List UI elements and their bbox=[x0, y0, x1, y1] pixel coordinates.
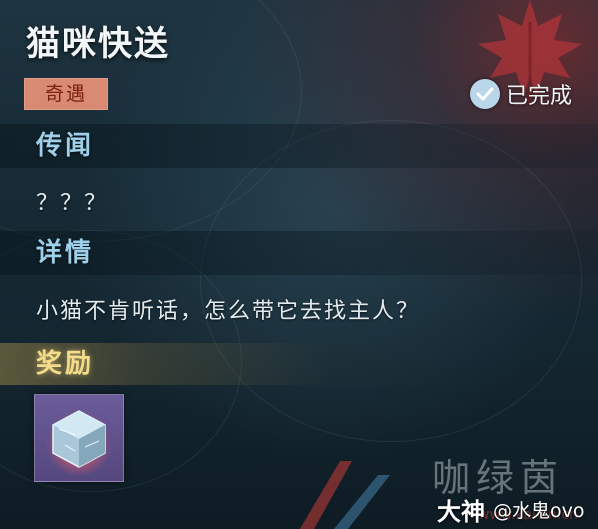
quest-title: 猫咪快送 bbox=[26, 24, 170, 64]
watermark-handle: @水鬼ovo bbox=[493, 500, 585, 522]
check-circle-icon bbox=[469, 79, 500, 109]
quest-type-badge: 奇遇 bbox=[24, 78, 108, 110]
crystal-cube-icon bbox=[45, 407, 113, 475]
details-heading: 详情 bbox=[36, 238, 95, 268]
watermark-user: 大神 @水鬼ovo bbox=[437, 492, 585, 527]
reward-item-slot[interactable] bbox=[34, 394, 124, 482]
completion-status: 已完成 bbox=[469, 78, 572, 110]
watermark-brand: 大神 bbox=[437, 498, 485, 526]
quest-panel: 猫咪快送 奇遇 已完成 传闻 ？？？ 详情 小猫不肯听话，怎么带它去找主人？ 奖… bbox=[0, 0, 598, 529]
details-text: 小猫不肯听话，怎么带它去找主人？ bbox=[36, 299, 421, 324]
watermark-logo-icon bbox=[300, 461, 390, 529]
background-swirl bbox=[200, 120, 582, 442]
rumor-heading: 传闻 bbox=[36, 131, 95, 161]
rumor-text: ？？？ bbox=[36, 191, 109, 216]
rewards-heading: 奖励 bbox=[36, 349, 95, 379]
status-label: 已完成 bbox=[505, 84, 572, 109]
